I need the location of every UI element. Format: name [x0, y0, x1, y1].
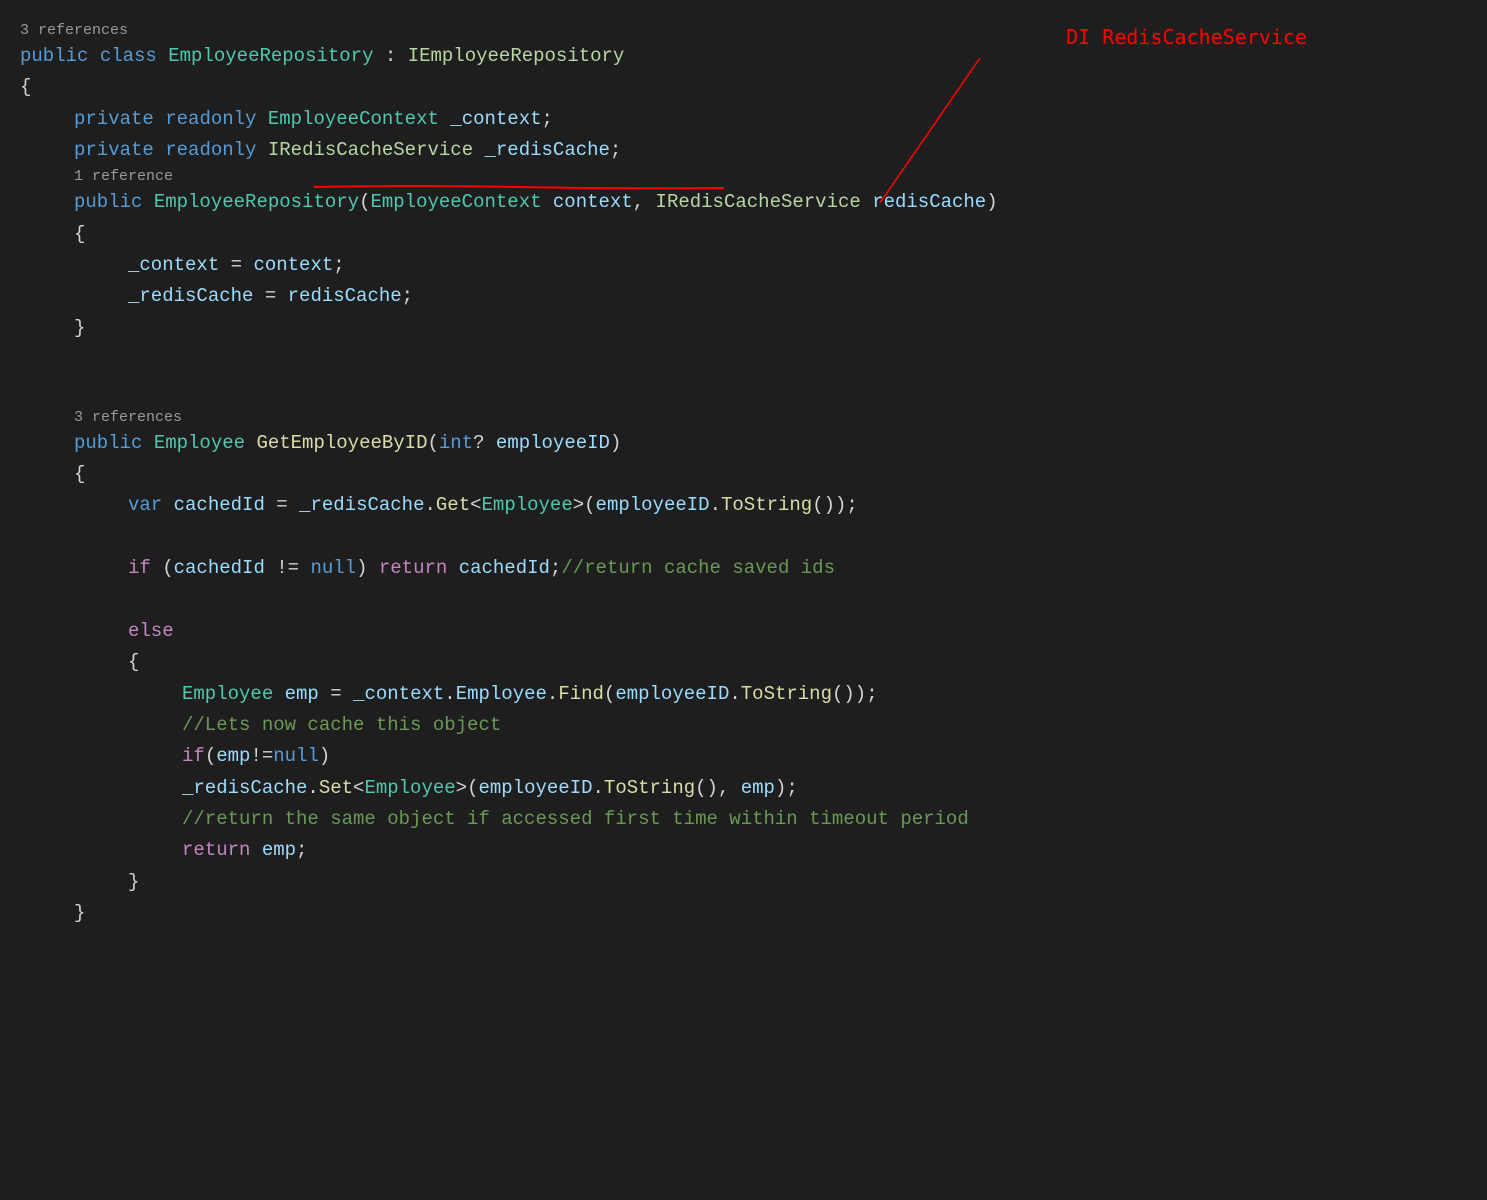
- local-var: emp: [216, 745, 250, 767]
- param-name: context: [553, 191, 633, 213]
- method-call: ToString: [741, 683, 832, 705]
- keyword-public: public: [74, 191, 142, 213]
- codelens-references[interactable]: 3 references: [20, 407, 1467, 428]
- param-type: IRedisCacheService: [656, 191, 861, 213]
- code-line[interactable]: //Lets now cache this object: [20, 710, 1467, 741]
- type-arg: Employee: [482, 494, 573, 516]
- keyword-readonly: readonly: [165, 108, 256, 130]
- keyword-if: if: [128, 557, 151, 579]
- keyword-return: return: [182, 839, 250, 861]
- param-name: redisCache: [288, 285, 402, 307]
- method-call: ToString: [604, 777, 695, 799]
- keyword-return: return: [379, 557, 447, 579]
- keyword-if: if: [182, 745, 205, 767]
- keyword-private: private: [74, 139, 154, 161]
- brace-open: {: [74, 223, 85, 245]
- field-name: _redisCache: [182, 777, 307, 799]
- code-line[interactable]: private readonly EmployeeContext _contex…: [20, 104, 1467, 135]
- param-name: context: [253, 254, 333, 276]
- code-line[interactable]: if(emp!=null): [20, 741, 1467, 772]
- field-name: _redisCache: [299, 494, 424, 516]
- code-line[interactable]: _redisCache = redisCache;: [20, 281, 1467, 312]
- keyword-private: private: [74, 108, 154, 130]
- keyword-class: class: [100, 45, 157, 67]
- brace-open: {: [20, 76, 31, 98]
- code-line[interactable]: _context = context;: [20, 250, 1467, 281]
- param-name: employeeID: [478, 777, 592, 799]
- code-line[interactable]: private readonly IRedisCacheService _red…: [20, 135, 1467, 166]
- method-call: Find: [558, 683, 604, 705]
- param-type: EmployeeContext: [370, 191, 541, 213]
- local-var: emp: [741, 777, 775, 799]
- method-call: ToString: [721, 494, 812, 516]
- code-line[interactable]: var cachedId = _redisCache.Get<Employee>…: [20, 490, 1467, 521]
- param-name: employeeID: [496, 432, 610, 454]
- brace-close: }: [74, 317, 85, 339]
- comment: //return cache saved ids: [561, 557, 835, 579]
- keyword-null: null: [273, 745, 319, 767]
- method-call: Get: [436, 494, 470, 516]
- local-var: emp: [285, 683, 319, 705]
- empty-line[interactable]: [20, 585, 1467, 616]
- param-name: employeeID: [596, 494, 710, 516]
- code-line[interactable]: //return the same object if accessed fir…: [20, 804, 1467, 835]
- local-var: cachedId: [174, 494, 265, 516]
- local-var: emp: [262, 839, 296, 861]
- code-line[interactable]: Employee emp = _context.Employee.Find(em…: [20, 679, 1467, 710]
- code-line[interactable]: public Employee GetEmployeeByID(int? emp…: [20, 428, 1467, 459]
- keyword-readonly: readonly: [165, 139, 256, 161]
- code-line[interactable]: }: [20, 313, 1467, 344]
- field-name: _context: [128, 254, 219, 276]
- keyword-var: var: [128, 494, 162, 516]
- keyword-int: int: [439, 432, 473, 454]
- empty-line[interactable]: [20, 522, 1467, 553]
- code-line[interactable]: if (cachedId != null) return cachedId;//…: [20, 553, 1467, 584]
- code-line[interactable]: return emp;: [20, 835, 1467, 866]
- code-line[interactable]: public class EmployeeRepository : IEmplo…: [20, 41, 1467, 72]
- type-name: Employee: [182, 683, 273, 705]
- keyword-null: null: [310, 557, 356, 579]
- code-line[interactable]: {: [20, 647, 1467, 678]
- return-type: Employee: [154, 432, 245, 454]
- keyword-else: else: [128, 620, 174, 642]
- interface-name: IRedisCacheService: [268, 139, 473, 161]
- type-name: EmployeeContext: [268, 108, 439, 130]
- field-name: _redisCache: [485, 139, 610, 161]
- class-name: EmployeeRepository: [168, 45, 373, 67]
- method-call: Set: [319, 777, 353, 799]
- keyword-public: public: [74, 432, 142, 454]
- field-name: _redisCache: [128, 285, 253, 307]
- code-line[interactable]: {: [20, 459, 1467, 490]
- interface-name: IEmployeeRepository: [408, 45, 625, 67]
- field-name: _context: [353, 683, 444, 705]
- brace-open: {: [74, 463, 85, 485]
- param-name: redisCache: [872, 191, 986, 213]
- comment: //return the same object if accessed fir…: [182, 808, 969, 830]
- method-name: GetEmployeeByID: [256, 432, 427, 454]
- empty-line[interactable]: [20, 344, 1467, 375]
- code-line[interactable]: }: [20, 898, 1467, 929]
- constructor-name: EmployeeRepository: [154, 191, 359, 213]
- brace-close: }: [128, 871, 139, 893]
- type-arg: Employee: [364, 777, 455, 799]
- code-line[interactable]: {: [20, 219, 1467, 250]
- local-var: cachedId: [459, 557, 550, 579]
- codelens-references[interactable]: 1 reference: [20, 166, 1467, 187]
- brace-close: }: [74, 902, 85, 924]
- code-line[interactable]: }: [20, 867, 1467, 898]
- code-line[interactable]: _redisCache.Set<Employee>(employeeID.ToS…: [20, 773, 1467, 804]
- field-name: _context: [450, 108, 541, 130]
- code-line[interactable]: public EmployeeRepository(EmployeeContex…: [20, 187, 1467, 218]
- code-line[interactable]: {: [20, 72, 1467, 103]
- param-name: employeeID: [615, 683, 729, 705]
- empty-line[interactable]: [20, 375, 1467, 406]
- property-name: Employee: [456, 683, 547, 705]
- keyword-public: public: [20, 45, 88, 67]
- brace-open: {: [128, 651, 139, 673]
- comment: //Lets now cache this object: [182, 714, 501, 736]
- local-var: cachedId: [174, 557, 265, 579]
- code-line[interactable]: else: [20, 616, 1467, 647]
